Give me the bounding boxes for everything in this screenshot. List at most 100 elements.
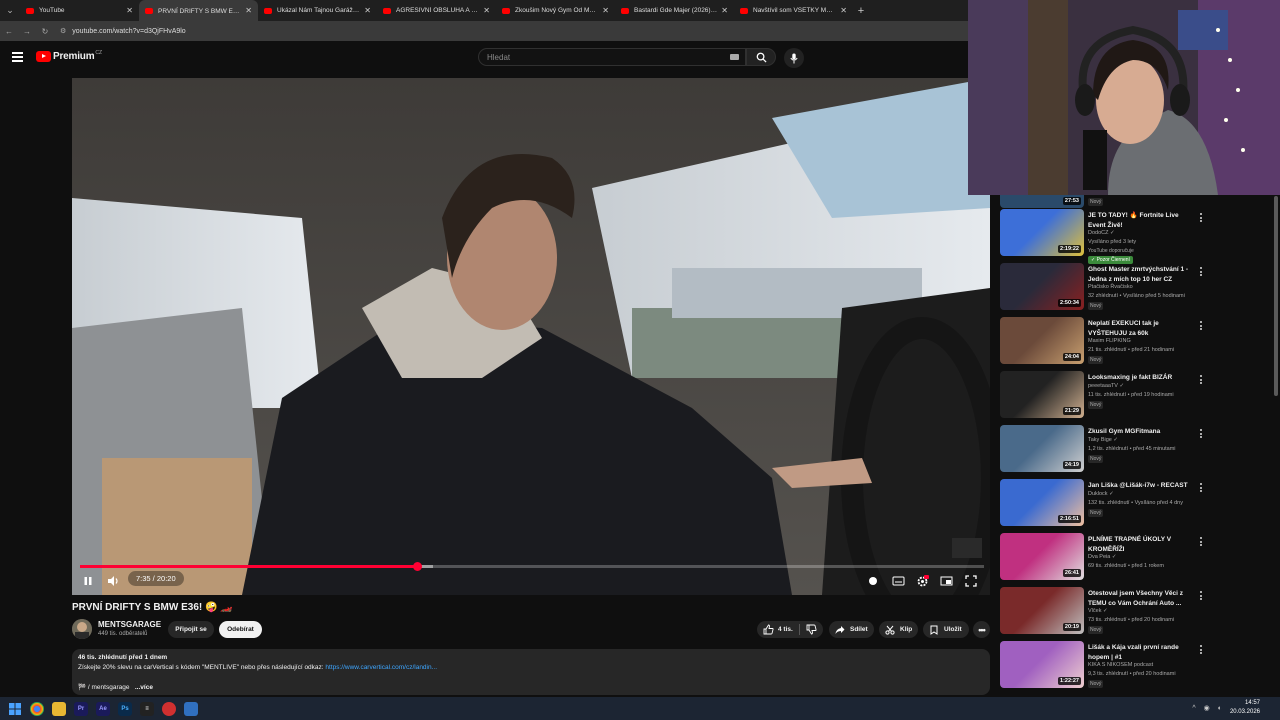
- video-title[interactable]: Looksmaxing je fakt BIZÁR: [1088, 373, 1196, 383]
- list-item[interactable]: 2:19:22 JE TO TADY! 🔥 Fortnite Live Event…: [1000, 209, 1270, 264]
- tab-5[interactable]: Zkoušim Nový Gym Od MG Fit ✕: [496, 0, 615, 21]
- close-tab-icon[interactable]: ✕: [126, 6, 133, 15]
- description-link[interactable]: https://www.carvertical.com/cz/landin...: [325, 664, 437, 671]
- mute-button[interactable]: [107, 574, 120, 588]
- channel-name[interactable]: Dva Peia ✓: [1088, 554, 1116, 560]
- tab-3[interactable]: Ukázal Nám Tajnou Garáž S Au ✕: [258, 0, 377, 21]
- list-item[interactable]: 26:41 PLNÍME TRAPNÉ ÚKOLY V KROMĚŘÍŽI Dva …: [1000, 533, 1270, 585]
- list-item[interactable]: 24:19 Zkusil Gym MGFitmana Taky Bige ✓ 1,2 …: [1000, 425, 1270, 477]
- subtitles-button[interactable]: [892, 574, 905, 588]
- tab-2[interactable]: PRVNÍ DRIFTY S BMW E36! 🤪✕: [139, 0, 258, 21]
- channel-name[interactable]: MENTSGARAGE: [98, 620, 161, 629]
- clock[interactable]: 14:57 20.03.2026: [1230, 699, 1260, 717]
- video-title[interactable]: Ghost Master zmrtvýchstvání 1 - Jedna z …: [1088, 265, 1196, 284]
- seek-bar[interactable]: [80, 562, 984, 571]
- app-icon[interactable]: ≡: [140, 701, 154, 716]
- network-icon[interactable]: ◉: [1204, 704, 1210, 712]
- channel-name[interactable]: peeetaaaTV ✓: [1088, 383, 1124, 389]
- video-thumbnail[interactable]: 2:16:51: [1000, 479, 1084, 526]
- list-item[interactable]: 20:19 Otestoval jsem Všechny Věci z TEMU …: [1000, 587, 1270, 639]
- tab-6[interactable]: Bastardi Gde Majer (2026) HD ✕: [615, 0, 734, 21]
- list-item[interactable]: 2:50:34 Ghost Master zmrtvýchstvání 1 - J…: [1000, 263, 1270, 315]
- video-title[interactable]: Neplatí EXEKUCI tak je VYŠTEHUJU za 60k: [1088, 319, 1196, 338]
- adobe-ae-icon[interactable]: Ae: [96, 701, 110, 716]
- channel-name[interactable]: Ptačisko Řvačisko: [1088, 284, 1133, 290]
- voice-search-button[interactable]: [784, 48, 804, 68]
- more-vertical-icon[interactable]: [1200, 591, 1204, 601]
- settings-button[interactable]: [916, 574, 929, 588]
- more-vertical-icon[interactable]: [1200, 213, 1204, 223]
- tab-4[interactable]: AGRESIVNÍ OBSLUHA A STRAŠ✕: [377, 0, 496, 21]
- site-info-icon[interactable]: ⚙: [60, 27, 66, 35]
- sidebar-scrollbar[interactable]: [1274, 196, 1278, 396]
- video-title[interactable]: JE TO TADY! 🔥 Fortnite Live Event Živě!: [1088, 211, 1196, 230]
- save-button[interactable]: Uložit: [923, 621, 969, 638]
- back-icon[interactable]: ←: [0, 27, 18, 36]
- tab-1[interactable]: YouTube ✕: [20, 0, 139, 21]
- video-thumbnail[interactable]: 24:19: [1000, 425, 1084, 472]
- file-explorer-icon[interactable]: [52, 701, 66, 716]
- close-tab-icon[interactable]: ✕: [364, 6, 371, 15]
- close-tab-icon[interactable]: ✕: [602, 6, 609, 15]
- list-item[interactable]: 21:29 Looksmaxing je fakt BIZÁR peeetaaaTV…: [1000, 371, 1270, 423]
- menu-icon[interactable]: [12, 52, 23, 62]
- list-item[interactable]: 24:04 Neplatí EXEKUCI tak je VYŠTEHUJU za…: [1000, 317, 1270, 369]
- tab-7[interactable]: Navštívil som VŠETKY MOJE ŠK ✕: [734, 0, 853, 21]
- reload-icon[interactable]: ↻: [36, 27, 54, 36]
- join-button[interactable]: Připojit se: [168, 621, 214, 638]
- channel-name[interactable]: Taky Bige ✓: [1088, 437, 1118, 443]
- more-vertical-icon[interactable]: [1200, 483, 1204, 493]
- video-title[interactable]: Lišák a Kája vzali první rande hopem | #…: [1088, 643, 1196, 662]
- more-actions-button[interactable]: •••: [973, 621, 990, 638]
- more-vertical-icon[interactable]: [1200, 429, 1204, 439]
- share-button[interactable]: Sdílet: [829, 621, 874, 638]
- more-vertical-icon[interactable]: [1200, 375, 1204, 385]
- video-player[interactable]: 7:35 / 20:20: [72, 78, 990, 595]
- more-vertical-icon[interactable]: [1200, 267, 1204, 277]
- play-pause-button[interactable]: [82, 574, 94, 588]
- hashtag[interactable]: 🏁 / mentsgarage: [78, 684, 129, 691]
- search-input[interactable]: Hledat: [478, 48, 746, 66]
- autoplay-toggle[interactable]: [866, 574, 880, 588]
- video-thumbnail[interactable]: 26:41: [1000, 533, 1084, 580]
- app-blue-icon[interactable]: [184, 701, 198, 716]
- list-item[interactable]: 2:16:51 Jan Liška @Lišák-i7w - RECAST Dukl…: [1000, 479, 1270, 531]
- close-tab-icon[interactable]: ✕: [483, 6, 490, 15]
- list-item[interactable]: 1:22:27 Lišák a Kája vzali první rande ho…: [1000, 641, 1270, 693]
- video-thumbnail[interactable]: 21:29: [1000, 371, 1084, 418]
- channel-name[interactable]: DodoCZ ✓: [1088, 230, 1115, 236]
- clip-button[interactable]: Klip: [879, 621, 918, 638]
- close-tab-icon[interactable]: ✕: [721, 6, 728, 15]
- description-box[interactable]: 46 tis. zhlédnutí před 1 dnem Získejte 2…: [72, 649, 990, 695]
- video-thumbnail[interactable]: 20:19: [1000, 587, 1084, 634]
- video-title[interactable]: Otestoval jsem Všechny Věci z TEMU co Vá…: [1088, 589, 1196, 608]
- video-thumbnail[interactable]: 2:50:34: [1000, 263, 1084, 310]
- video-title[interactable]: Zkusil Gym MGFitmana: [1088, 427, 1196, 437]
- new-tab-button[interactable]: +: [853, 5, 869, 17]
- youtube-logo[interactable]: Premium CZ: [36, 50, 102, 62]
- fullscreen-button[interactable]: [965, 574, 977, 588]
- video-thumbnail[interactable]: 2:19:22: [1000, 209, 1084, 256]
- channel-name[interactable]: Maxim FLIPKING: [1088, 338, 1131, 344]
- more-vertical-icon[interactable]: [1200, 537, 1204, 547]
- url-field[interactable]: ⚙ youtube.com/watch?v=d3QjFHvA9lo: [60, 24, 186, 38]
- video-title[interactable]: PLNÍME TRAPNÉ ÚKOLY V KROMĚŘÍŽI: [1088, 535, 1196, 554]
- channel-avatar[interactable]: [72, 619, 92, 639]
- chrome-icon[interactable]: [30, 701, 44, 716]
- photoshop-icon[interactable]: Ps: [118, 701, 132, 716]
- dislike-button[interactable]: [800, 624, 822, 635]
- channel-name[interactable]: Vlček ✓: [1088, 608, 1108, 614]
- more-vertical-icon[interactable]: [1200, 645, 1204, 655]
- volume-tray-icon[interactable]: ◐: [1218, 705, 1222, 712]
- keyboard-icon[interactable]: [730, 54, 739, 60]
- show-more-button[interactable]: ...více: [135, 684, 153, 691]
- video-thumbnail[interactable]: 24:04: [1000, 317, 1084, 364]
- subscribe-button[interactable]: Odebírat: [219, 621, 262, 638]
- app-red-icon[interactable]: [162, 701, 176, 716]
- tab-list-icon[interactable]: ⌄: [0, 0, 20, 21]
- search-button[interactable]: [746, 48, 776, 66]
- close-tab-icon[interactable]: ✕: [245, 6, 252, 15]
- channel-name[interactable]: Duklock ✓: [1088, 491, 1114, 497]
- channel-name[interactable]: KIKA S NIKOSEM podcast: [1088, 662, 1153, 668]
- forward-icon[interactable]: →: [18, 27, 36, 36]
